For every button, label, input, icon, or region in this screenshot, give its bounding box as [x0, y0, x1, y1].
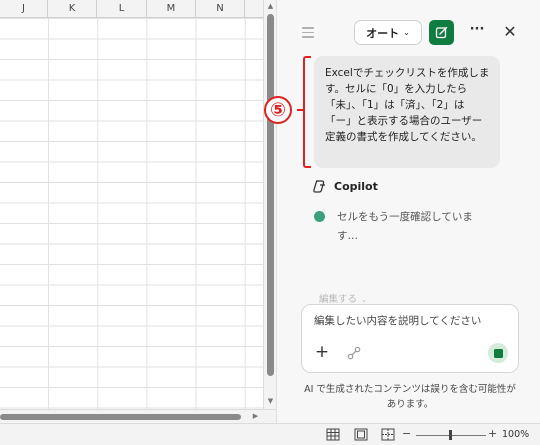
- mode-label: オート: [366, 26, 400, 40]
- step-number-badge: ⑤: [264, 96, 292, 124]
- annotation-bracket-tick: [297, 109, 304, 111]
- app-window: J K L M N ▲ ▼ ▶ オート ⌄ ··· ✕ Excelでチェックリス…: [0, 0, 540, 445]
- compose-box: +: [301, 304, 519, 373]
- column-header-m[interactable]: M: [147, 0, 196, 18]
- chevron-down-icon: ⌄: [403, 28, 410, 37]
- spreadsheet-grid-area[interactable]: J K L M N: [0, 0, 263, 409]
- cell-grid[interactable]: [0, 18, 263, 409]
- scroll-down-icon[interactable]: ▼: [266, 397, 275, 406]
- vertical-scrollbar[interactable]: ▲ ▼: [263, 0, 276, 409]
- new-chat-button[interactable]: [429, 20, 454, 45]
- copilot-logo-icon: [313, 180, 325, 193]
- copilot-pane: オート ⌄ ··· ✕ Excelでチェックリストを作成します。セルに「0」を入…: [276, 0, 540, 423]
- ai-disclaimer: AI で生成されたコンテンツは誤りを含む可能性があります。: [304, 384, 516, 410]
- status-text: セルをもう一度確認していま す…: [337, 211, 473, 242]
- normal-view-icon[interactable]: [326, 428, 340, 441]
- assistant-header: Copilot: [312, 179, 378, 194]
- status-bar: − + 100%: [0, 423, 540, 445]
- horizontal-scrollbar[interactable]: ▶: [0, 409, 276, 423]
- zoom-in-button[interactable]: +: [488, 427, 497, 440]
- mode-dropdown[interactable]: オート ⌄: [354, 20, 422, 45]
- vertical-scroll-thumb[interactable]: [267, 14, 274, 376]
- page-break-view-icon[interactable]: [381, 428, 395, 441]
- status-dot-icon: [314, 211, 325, 222]
- chevron-down-icon: ⌄: [361, 296, 367, 304]
- column-headers: J K L M N: [0, 0, 263, 18]
- stop-button[interactable]: [488, 343, 508, 363]
- zoom-slider-thumb[interactable]: [449, 430, 452, 440]
- more-options-icon[interactable]: ···: [467, 22, 487, 42]
- column-header-j[interactable]: J: [0, 0, 48, 18]
- column-header-k[interactable]: K: [48, 0, 97, 18]
- column-header-n[interactable]: N: [196, 0, 245, 18]
- add-icon[interactable]: +: [314, 343, 330, 361]
- page-layout-view-icon[interactable]: [354, 428, 368, 441]
- user-message-bubble: Excelでチェックリストを作成します。セルに「0」を入力したら「未」、「1」は…: [314, 56, 500, 168]
- assistant-name: Copilot: [334, 180, 378, 193]
- close-icon[interactable]: ✕: [501, 22, 519, 42]
- link-icon[interactable]: [346, 345, 362, 361]
- compose-icon: [435, 26, 448, 39]
- annotation-bracket: [303, 56, 311, 168]
- scroll-up-icon[interactable]: ▲: [266, 2, 275, 11]
- column-header-l[interactable]: L: [97, 0, 147, 18]
- zoom-level[interactable]: 100%: [502, 429, 529, 440]
- menu-icon[interactable]: [302, 27, 314, 38]
- edit-hint: 編集する ⌄: [319, 291, 367, 305]
- scroll-right-icon[interactable]: ▶: [251, 412, 260, 421]
- horizontal-scroll-thumb[interactable]: [0, 414, 241, 420]
- zoom-out-button[interactable]: −: [402, 427, 411, 440]
- prompt-input[interactable]: [314, 315, 510, 327]
- stop-icon: [493, 348, 503, 358]
